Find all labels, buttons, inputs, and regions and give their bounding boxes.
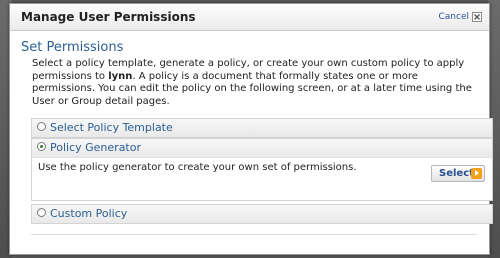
section-title: Set Permissions [21,40,124,55]
option-header[interactable]: Policy Generator [32,139,492,157]
option-body: Use the policy generator to create your … [32,157,492,200]
intro-text: Select a policy template, generate a pol… [32,58,482,108]
option-description: Use the policy generator to create your … [38,162,357,173]
close-icon[interactable] [472,12,482,22]
option-select-policy-template[interactable]: Select Policy Template [31,118,493,138]
select-button-label: Select [439,168,474,179]
option-label[interactable]: Policy Generator [50,141,141,154]
option-label[interactable]: Select Policy Template [50,121,173,134]
dialog-titlebar: Manage User Permissions Cancel [10,4,489,31]
manage-permissions-dialog: Manage User Permissions Cancel Set Permi… [9,3,493,255]
arrow-right-icon [471,168,482,179]
dialog-title: Manage User Permissions [21,10,196,24]
radio-button[interactable] [37,208,46,217]
option-custom-policy[interactable]: Custom Policy [31,204,493,224]
radio-button[interactable] [37,122,46,131]
option-policy-generator[interactable]: Policy Generator Use the policy generato… [31,138,493,201]
option-header[interactable]: Custom Policy [32,205,492,223]
select-button[interactable]: Select [431,165,485,182]
cancel-link[interactable]: Cancel [439,12,470,22]
user-name: lynn [108,70,133,82]
radio-button-selected[interactable] [37,142,46,151]
option-header[interactable]: Select Policy Template [32,119,492,137]
footer-divider [31,234,477,235]
option-label[interactable]: Custom Policy [50,207,127,220]
